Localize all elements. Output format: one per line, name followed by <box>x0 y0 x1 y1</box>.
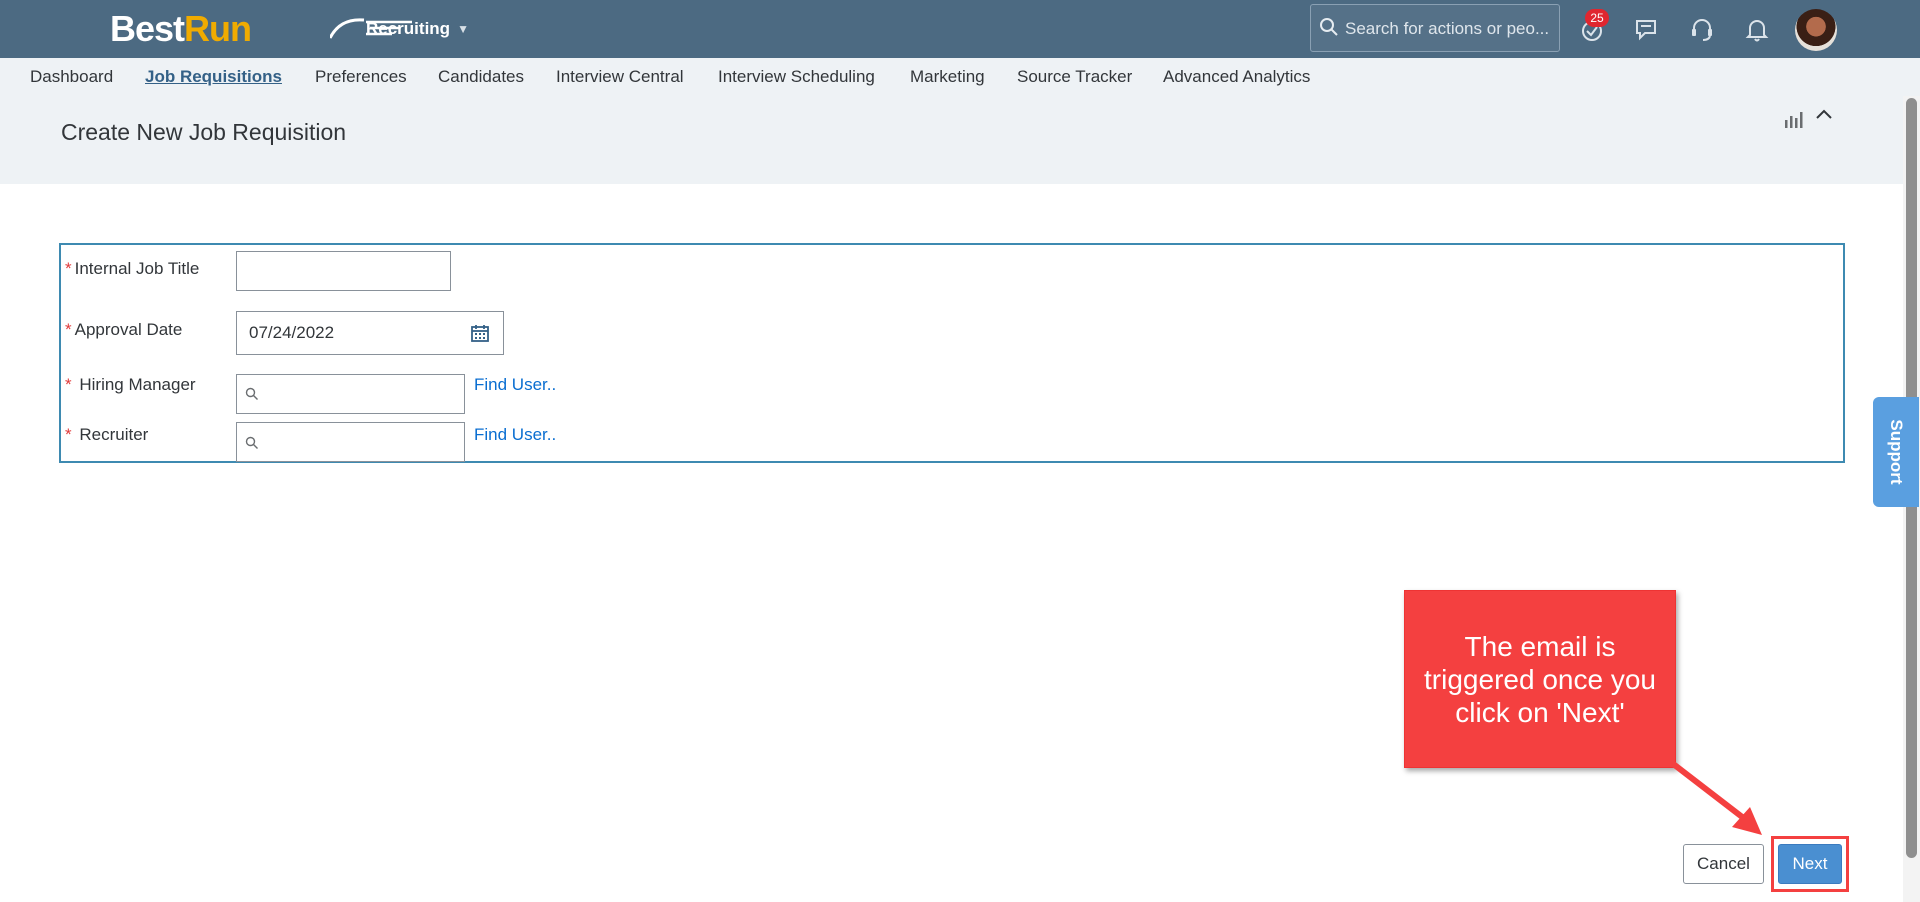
module-nav-bar: Dashboard Job Requisitions Preferences C… <box>0 58 1920 96</box>
logo-text-run: Run <box>184 8 252 49</box>
nav-tab-candidates[interactable]: Candidates <box>438 67 524 87</box>
next-button[interactable]: Next <box>1778 844 1842 884</box>
recruiter-label-text: Recruiter <box>79 425 149 444</box>
required-marker: * <box>65 375 72 394</box>
approval-date-label-text: Approval Date <box>74 320 183 339</box>
notification-count-badge: 25 <box>1585 9 1609 27</box>
hiring-manager-label-text: Hiring Manager <box>79 375 196 394</box>
page-header: Create New Job Requisition <box>0 96 1903 184</box>
recruiter-label: * Recruiter <box>65 425 148 445</box>
search-icon <box>245 436 258 449</box>
nav-tab-source-tracker[interactable]: Source Tracker <box>1017 67 1132 87</box>
nav-tab-preferences[interactable]: Preferences <box>315 67 407 87</box>
cancel-button[interactable]: Cancel <box>1683 844 1764 884</box>
nav-tab-job-requisitions[interactable]: Job Requisitions <box>145 67 282 87</box>
recruiter-find-user-link[interactable]: Find User.. <box>474 425 556 445</box>
internal-job-title-input[interactable] <box>236 251 451 291</box>
requisition-form: *Internal Job Title *Approval Date * Hir… <box>59 243 1845 463</box>
hiring-manager-find-user-link[interactable]: Find User.. <box>474 375 556 395</box>
calendar-icon[interactable] <box>470 323 490 343</box>
chevron-down-icon: ▼ <box>457 22 469 36</box>
internal-job-title-label: * Internal Job Title <box>65 259 199 279</box>
hiring-manager-input[interactable] <box>236 374 465 414</box>
required-marker: * <box>65 425 72 444</box>
annotation-arrow-icon <box>1670 760 1762 835</box>
support-tab-label: Support <box>1887 419 1906 485</box>
approval-date-input[interactable] <box>236 311 504 355</box>
search-icon <box>245 387 258 400</box>
hiring-manager-label: * Hiring Manager <box>65 375 196 395</box>
nav-tab-advanced-analytics[interactable]: Advanced Analytics <box>1163 67 1310 87</box>
global-search-input[interactable] <box>1343 15 1557 43</box>
recruiter-input[interactable] <box>236 422 465 462</box>
support-tab[interactable]: Support <box>1873 397 1919 507</box>
approval-date-label: * Approval Date <box>65 320 182 340</box>
search-icon <box>1320 18 1338 36</box>
required-marker: * <box>65 259 72 278</box>
bell-notifications-icon[interactable] <box>1742 14 1772 44</box>
required-marker: * <box>65 320 72 339</box>
internal-job-title-label-text: Internal Job Title <box>74 259 200 278</box>
chevron-up-icon[interactable] <box>1813 104 1835 126</box>
headset-help-icon[interactable] <box>1687 14 1717 44</box>
global-search[interactable] <box>1310 4 1560 52</box>
shell-bar: BestRun Recruiting ▼ 25 <box>0 0 1920 58</box>
feedback-chat-icon[interactable] <box>1632 14 1662 44</box>
annotation-callout-text: The email is triggered once you click on… <box>1424 630 1656 728</box>
page-title: Create New Job Requisition <box>61 119 347 145</box>
bar-chart-icon[interactable] <box>1782 108 1804 130</box>
user-avatar[interactable] <box>1795 9 1837 51</box>
nav-tab-marketing[interactable]: Marketing <box>910 67 985 87</box>
annotation-callout: The email is triggered once you click on… <box>1404 590 1676 768</box>
nav-tab-interview-central[interactable]: Interview Central <box>556 67 684 87</box>
nav-tab-interview-scheduling[interactable]: Interview Scheduling <box>718 67 875 87</box>
bestrun-logo[interactable]: BestRun <box>110 8 412 50</box>
module-switcher[interactable]: Recruiting ▼ <box>366 0 469 58</box>
nav-tab-dashboard[interactable]: Dashboard <box>30 67 113 87</box>
module-switcher-label: Recruiting <box>366 19 451 38</box>
logo-text-best: Best <box>110 8 185 49</box>
